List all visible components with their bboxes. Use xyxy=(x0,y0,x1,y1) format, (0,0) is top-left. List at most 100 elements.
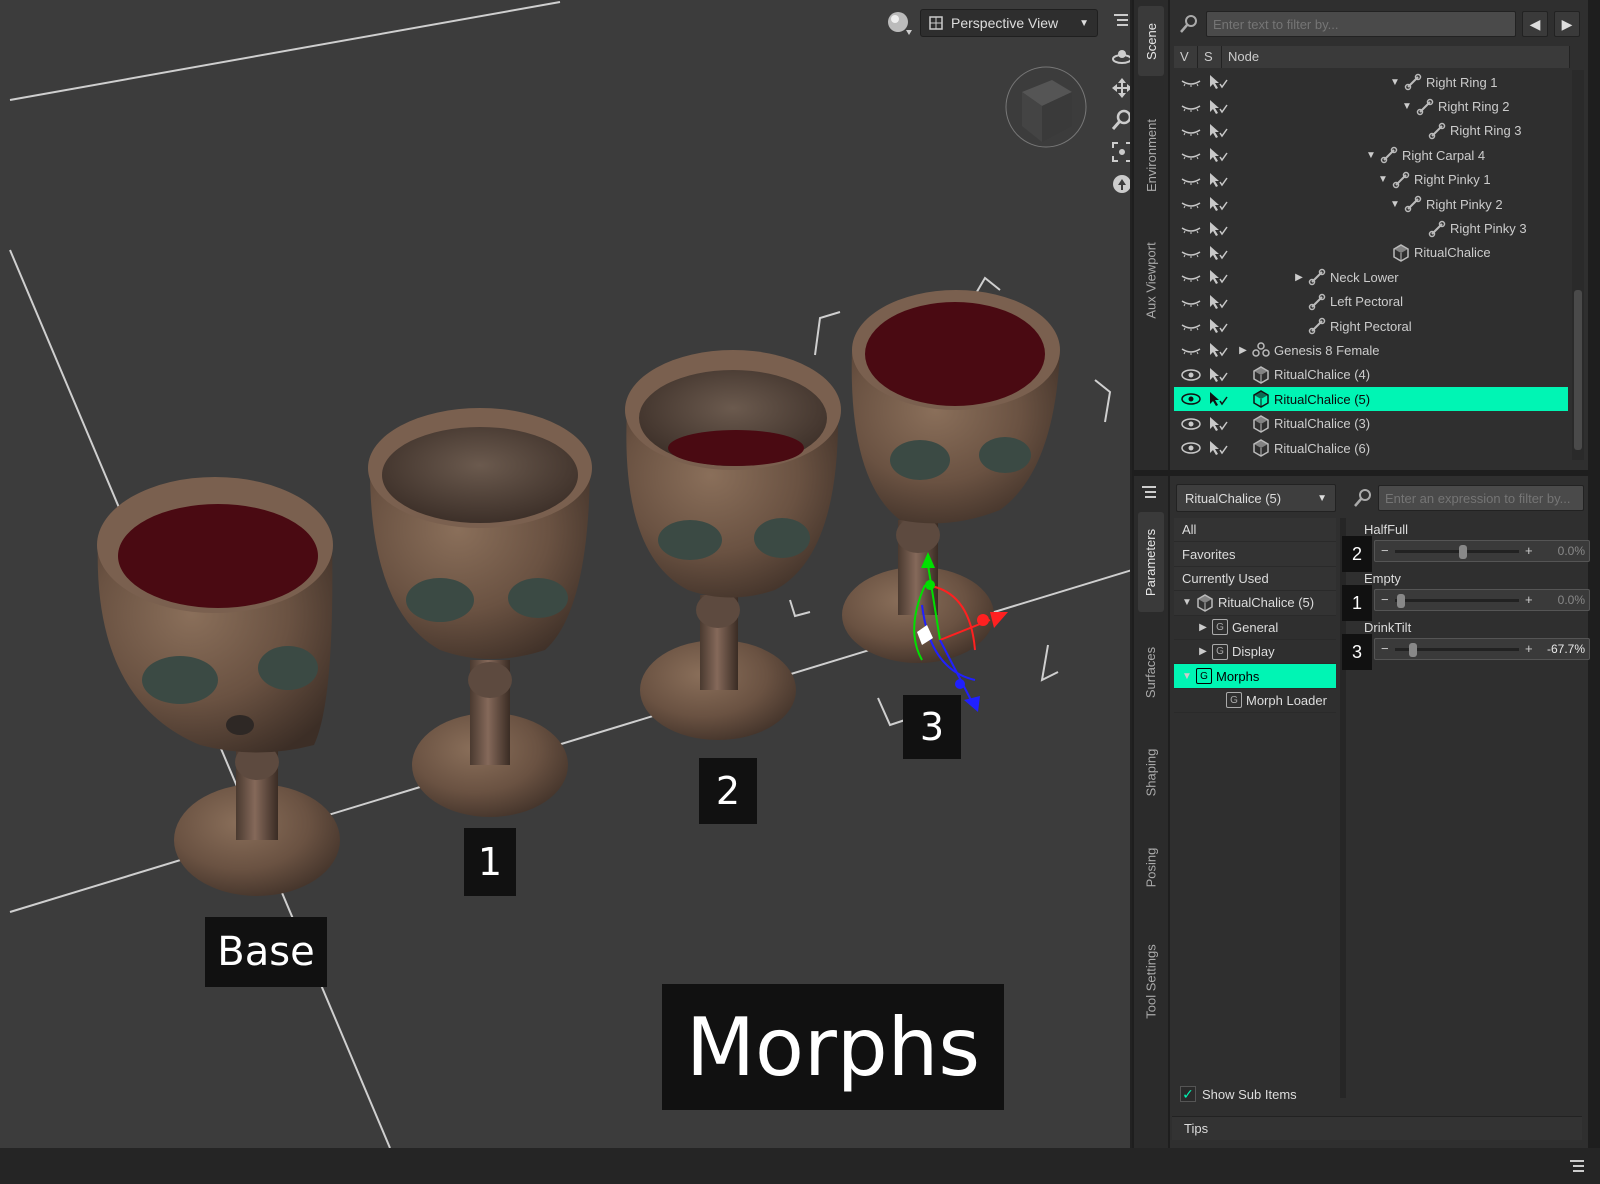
visibility-eye-icon[interactable] xyxy=(1180,246,1202,260)
increment-button[interactable]: + xyxy=(1525,641,1533,656)
scene-node-row[interactable]: ▼ Right Pinky 1 xyxy=(1174,168,1568,192)
filter-next-button[interactable]: ▶ xyxy=(1554,11,1580,37)
increment-button[interactable]: + xyxy=(1525,543,1533,558)
chevron-right-icon[interactable]: ▶ xyxy=(1198,646,1208,657)
selectable-cursor-icon[interactable] xyxy=(1208,318,1228,334)
scene-node-row[interactable]: RitualChalice xyxy=(1174,241,1568,265)
col-node[interactable]: Node xyxy=(1222,46,1570,68)
tab-parameters[interactable]: Parameters xyxy=(1138,512,1164,612)
visibility-eye-icon[interactable] xyxy=(1180,197,1202,211)
param-value[interactable]: 0.0% xyxy=(1558,593,1585,607)
orbit-icon[interactable] xyxy=(1111,44,1130,68)
tab-environment[interactable]: Environment xyxy=(1138,100,1164,210)
param-group-row[interactable]: ▼ RitualChalice (5) xyxy=(1174,591,1336,616)
visibility-eye-icon[interactable] xyxy=(1180,417,1202,431)
selectable-cursor-icon[interactable] xyxy=(1208,391,1228,407)
selectable-cursor-icon[interactable] xyxy=(1208,172,1228,188)
col-selectable[interactable]: S xyxy=(1198,46,1222,68)
tab-posing[interactable]: Posing xyxy=(1138,832,1164,902)
visibility-eye-icon[interactable] xyxy=(1180,392,1202,406)
increment-button[interactable]: + xyxy=(1525,592,1533,607)
slider-knob[interactable] xyxy=(1458,545,1467,559)
tab-tool-settings[interactable]: Tool Settings xyxy=(1138,926,1164,1036)
visibility-eye-icon[interactable] xyxy=(1180,368,1202,382)
tab-scene[interactable]: Scene xyxy=(1138,6,1164,76)
scene-node-row[interactable]: Right Pinky 3 xyxy=(1174,216,1568,240)
frame-icon[interactable] xyxy=(1111,140,1130,164)
param-value[interactable]: 0.0% xyxy=(1558,544,1585,558)
chevron-right-icon[interactable]: ▶ xyxy=(1198,622,1208,633)
visibility-eye-icon[interactable] xyxy=(1180,319,1202,333)
visibility-eye-icon[interactable] xyxy=(1180,441,1202,455)
tab-surfaces[interactable]: Surfaces xyxy=(1138,632,1164,712)
scene-scrollbar[interactable] xyxy=(1572,70,1584,460)
chevron-down-icon[interactable]: ▼ xyxy=(1378,174,1388,185)
param-group-row[interactable]: G Morph Loader xyxy=(1174,688,1336,714)
selectable-cursor-icon[interactable] xyxy=(1208,342,1228,358)
selectable-cursor-icon[interactable] xyxy=(1208,269,1228,285)
tips-tab[interactable]: Tips xyxy=(1172,1116,1582,1140)
param-slider[interactable]: − + 0.0% xyxy=(1374,589,1590,611)
visibility-eye-icon[interactable] xyxy=(1180,343,1202,357)
chevron-down-icon[interactable]: ▼ xyxy=(1390,77,1400,88)
reset-view-icon[interactable] xyxy=(1111,172,1130,196)
scene-node-row[interactable]: RitualChalice (3) xyxy=(1174,411,1568,435)
view-cube[interactable] xyxy=(1004,62,1094,152)
slider-knob[interactable] xyxy=(1408,643,1417,657)
scene-node-row[interactable]: ▼ Right Carpal 4 xyxy=(1174,143,1568,167)
tab-shaping[interactable]: Shaping xyxy=(1138,732,1164,812)
selectable-cursor-icon[interactable] xyxy=(1208,245,1228,261)
selectable-cursor-icon[interactable] xyxy=(1208,99,1228,115)
pan-icon[interactable] xyxy=(1111,76,1130,100)
tab-aux-viewport[interactable]: Aux Viewport xyxy=(1138,230,1164,330)
scene-node-row[interactable]: ▼ Right Ring 2 xyxy=(1174,94,1568,118)
chevron-right-icon[interactable]: ▶ xyxy=(1294,272,1304,283)
scene-node-row[interactable]: ▶ Neck Lower xyxy=(1174,265,1568,289)
show-sub-items-toggle[interactable]: ✓ Show Sub Items xyxy=(1180,1086,1297,1102)
visibility-eye-icon[interactable] xyxy=(1180,100,1202,114)
decrement-button[interactable]: − xyxy=(1381,641,1389,656)
slider-knob[interactable] xyxy=(1397,594,1406,608)
scene-node-row[interactable]: RitualChalice (6) xyxy=(1174,436,1568,460)
param-group-row[interactable]: All xyxy=(1174,518,1336,543)
panel-menu-icon[interactable] xyxy=(1142,484,1160,500)
viewport[interactable]: Base 1 2 3 Morphs Perspective View ▼ xyxy=(0,0,1132,1148)
selectable-cursor-icon[interactable] xyxy=(1208,294,1228,310)
scene-node-row[interactable]: ▶ Genesis 8 Female xyxy=(1174,338,1568,362)
param-slider[interactable]: − + 0.0% xyxy=(1374,540,1590,562)
visibility-eye-icon[interactable] xyxy=(1180,270,1202,284)
decrement-button[interactable]: − xyxy=(1381,543,1389,558)
visibility-eye-icon[interactable] xyxy=(1180,124,1202,138)
visibility-eye-icon[interactable] xyxy=(1180,222,1202,236)
visibility-eye-icon[interactable] xyxy=(1180,75,1202,89)
param-group-row[interactable]: Favorites xyxy=(1174,542,1336,567)
selectable-cursor-icon[interactable] xyxy=(1208,367,1228,383)
visibility-eye-icon[interactable] xyxy=(1180,173,1202,187)
slider-track[interactable] xyxy=(1395,550,1519,553)
param-group-row[interactable]: ▼ G Morphs xyxy=(1174,664,1336,689)
selectable-cursor-icon[interactable] xyxy=(1208,74,1228,90)
visibility-eye-icon[interactable] xyxy=(1180,148,1202,162)
chevron-down-icon[interactable]: ▼ xyxy=(1402,101,1412,112)
scrollbar-thumb[interactable] xyxy=(1574,290,1582,450)
param-filter-input[interactable] xyxy=(1378,485,1584,511)
checkbox-checked-icon[interactable]: ✓ xyxy=(1180,1086,1196,1102)
param-slider[interactable]: − + -67.7% xyxy=(1374,638,1590,660)
selectable-cursor-icon[interactable] xyxy=(1208,196,1228,212)
param-group-row[interactable]: ▶ G General xyxy=(1174,615,1336,640)
node-select[interactable]: RitualChalice (5) ▼ xyxy=(1176,484,1336,512)
visibility-eye-icon[interactable] xyxy=(1180,295,1202,309)
scene-filter-input[interactable] xyxy=(1206,11,1516,37)
scene-node-row[interactable]: Right Ring 3 xyxy=(1174,119,1568,143)
view-select[interactable]: Perspective View ▼ xyxy=(920,9,1098,37)
filter-prev-button[interactable]: ◀ xyxy=(1522,11,1548,37)
scene-node-row[interactable]: ▼ Right Pinky 2 xyxy=(1174,192,1568,216)
param-group-row[interactable]: ▶ G Display xyxy=(1174,639,1336,665)
scene-node-row[interactable]: Right Pectoral xyxy=(1174,314,1568,338)
chevron-right-icon[interactable]: ▶ xyxy=(1238,345,1248,356)
param-value[interactable]: -67.7% xyxy=(1547,642,1585,656)
scene-node-row[interactable]: ▼ Right Ring 1 xyxy=(1174,70,1568,94)
slider-track[interactable] xyxy=(1395,599,1519,602)
selectable-cursor-icon[interactable] xyxy=(1208,416,1228,432)
param-group-row[interactable]: Currently Used xyxy=(1174,566,1336,592)
